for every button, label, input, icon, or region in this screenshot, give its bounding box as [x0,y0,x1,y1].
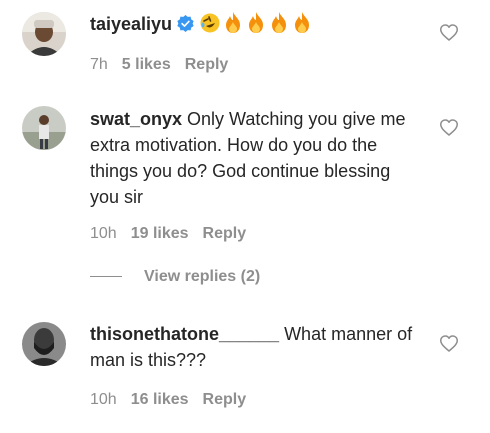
likes-count[interactable]: 16 likes [131,391,189,408]
reply-button[interactable]: Reply [203,225,247,242]
avatar[interactable] [22,106,66,150]
timestamp: 7h [90,56,108,73]
verified-badge-icon [177,15,194,32]
timestamp: 10h [90,391,117,408]
view-replies-button[interactable]: View replies (2) [90,268,260,286]
fire-emoji [249,12,264,33]
username[interactable]: thisonethatone______ [90,324,279,344]
comment-meta: 10h 19 likes Reply [90,225,260,243]
comment-text: swat_onyx Only Watching you give me extra… [90,106,420,210]
fire-emoji [226,12,241,33]
username[interactable]: taiyealiyu [90,14,172,34]
avatar[interactable] [22,322,66,366]
username[interactable]: swat_onyx [90,109,182,129]
comment-text: thisonethatone______ What manner of man i… [90,321,420,373]
divider-line [90,276,122,278]
comment-meta: 7h 5 likes Reply [90,56,242,74]
avatar[interactable] [22,12,66,56]
heart-icon[interactable] [440,119,458,136]
comment-meta: 10h 16 likes Reply [90,391,260,409]
rolling-laughing-emoji [200,13,220,33]
heart-icon[interactable] [440,24,458,41]
fire-emoji [272,12,287,33]
reply-button[interactable]: Reply [185,56,229,73]
reply-button[interactable]: Reply [203,391,247,408]
view-replies-label[interactable]: View replies (2) [144,268,260,285]
likes-count[interactable]: 19 likes [131,225,189,242]
timestamp: 10h [90,225,117,242]
heart-icon[interactable] [440,335,458,352]
fire-emoji [295,12,310,33]
comment-text: taiyealiyu [90,11,420,37]
likes-count[interactable]: 5 likes [122,56,171,73]
